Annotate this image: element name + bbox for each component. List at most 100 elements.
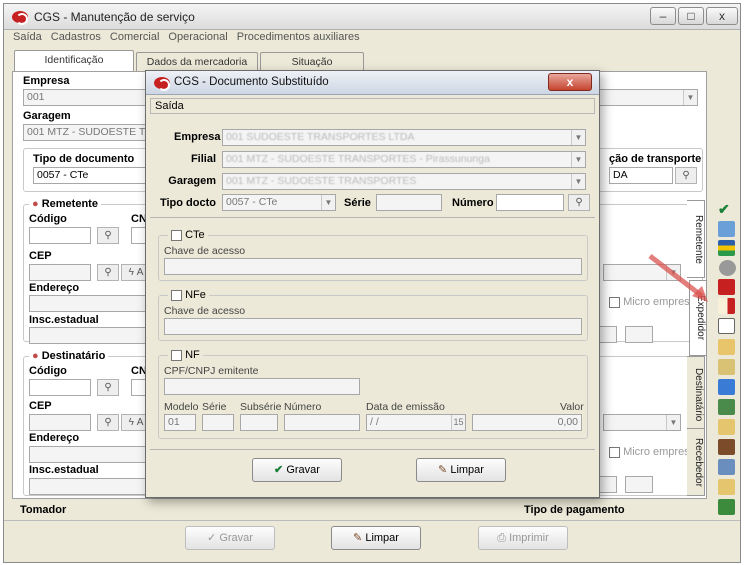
tipo-documento-combo[interactable]: 0057 - CTe — [33, 167, 153, 184]
menu-procedimentos[interactable]: Procedimentos auxiliares — [237, 31, 360, 43]
cpf-cnpj-input[interactable] — [164, 378, 360, 395]
close-button[interactable]: x — [706, 7, 738, 25]
refresh-icon[interactable] — [718, 221, 735, 237]
codigo-label: Código — [29, 213, 67, 225]
micro-empresa-label: Micro empresa — [609, 446, 696, 458]
binoculars-icon[interactable]: ⚲ — [97, 227, 119, 244]
maximize-button[interactable]: □ — [678, 7, 704, 25]
modelo-input[interactable]: 01 — [164, 414, 196, 431]
limpar-button[interactable]: ✎ Limpar — [331, 526, 421, 550]
endereco-label: Endereço — [29, 432, 80, 444]
note-icon[interactable] — [718, 419, 735, 435]
dialog-serie-label: Série — [344, 197, 371, 209]
menu-cadastros[interactable]: Cadastros — [51, 31, 101, 43]
window-title: CGS - Manutenção de serviço — [34, 10, 195, 24]
people-icon[interactable] — [718, 379, 735, 395]
person-icon: ● — [32, 198, 39, 210]
binoculars-icon[interactable]: ⚲ — [97, 264, 119, 281]
list-icon[interactable] — [718, 479, 735, 495]
binoculars-icon[interactable]: ⚲ — [568, 194, 590, 211]
truck-icon[interactable] — [718, 279, 735, 295]
nfe-chave-input[interactable] — [164, 318, 582, 335]
check-icon[interactable]: ✔ — [718, 202, 735, 218]
cte-chave-label: Chave de acesso — [164, 245, 246, 257]
binoculars-icon[interactable]: ⚲ — [97, 414, 119, 431]
pencil-icon[interactable] — [718, 439, 735, 455]
menu-bar: Saída Cadastros Comercial Operacional Proced… — [4, 31, 740, 48]
codigo-label: Código — [29, 365, 67, 377]
documento-substituido-dialog: CGS - Documento Substituído x Saída Empr… — [145, 70, 600, 498]
circle-icon[interactable] — [719, 260, 736, 276]
nf-serie-label: Série — [202, 401, 227, 413]
calendar-icon: 15 — [451, 415, 465, 430]
data-emissao-input[interactable]: / /15 — [366, 414, 466, 431]
remetente-codigo-input[interactable] — [29, 227, 91, 244]
imprimir-button[interactable]: ⎙ Imprimir — [478, 526, 568, 550]
book-icon[interactable] — [718, 459, 735, 475]
dialog-empresa-combo[interactable]: 001 SUDOESTE TRANSPORTES LTDA ▼ — [222, 129, 586, 146]
dialog-garagem-combo[interactable]: 001 MTZ - SUDOESTE TRANSPORTES ▼ — [222, 173, 586, 190]
red-arrow-icon — [648, 254, 708, 302]
menu-comercial[interactable]: Comercial — [110, 31, 160, 43]
dialog-menu: Saída — [150, 98, 595, 114]
document-arrow-icon[interactable] — [718, 298, 735, 314]
menu-saida[interactable]: Saída — [13, 31, 42, 43]
remetente-insc-input[interactable] — [29, 327, 153, 344]
tab-recebedor[interactable]: Recebedor — [687, 428, 705, 496]
minimize-button[interactable]: – — [650, 7, 676, 25]
remetente-endereco-input[interactable] — [29, 295, 153, 312]
destinatario-small-field[interactable] — [625, 476, 653, 493]
printer-icon: ⎙ — [497, 532, 507, 544]
garagem-label: Garagem — [23, 110, 71, 122]
dialog-tipo-docto-combo[interactable]: 0057 - CTe ▼ — [222, 194, 336, 211]
binoculars-icon[interactable]: ⚲ — [675, 167, 697, 184]
cpf-cnpj-label: CPF/CNPJ emitente — [164, 365, 259, 377]
dialog-tipo-docto-label: Tipo docto — [159, 197, 216, 209]
dialog-filial-label: Filial — [190, 153, 216, 165]
nf-numero-input[interactable] — [284, 414, 360, 431]
tab-identificacao[interactable]: Identificação — [14, 50, 134, 72]
money-icon[interactable] — [718, 499, 735, 515]
destinatario-right-combo[interactable]: ▼ — [603, 414, 681, 431]
truck-left-icon[interactable] — [718, 359, 735, 375]
dialog-numero-input[interactable] — [496, 194, 564, 211]
dialog-serie-input[interactable] — [376, 194, 442, 211]
situacao-transporte-field[interactable]: DA — [609, 167, 673, 184]
endereco-label: Endereço — [29, 282, 80, 294]
tab-dados-mercadoria[interactable]: Dados da mercadoria — [136, 52, 258, 72]
cut-icon[interactable] — [718, 240, 735, 256]
tipo-pagamento-label: Tipo de pagamento — [524, 504, 625, 516]
hand-icon[interactable] — [718, 339, 735, 355]
tomador-label: Tomador — [20, 504, 67, 516]
cte-chave-input[interactable] — [164, 258, 582, 275]
destinatario-codigo-input[interactable] — [29, 379, 91, 396]
valor-input[interactable]: 0,00 — [472, 414, 582, 431]
nf-serie-input[interactable] — [202, 414, 234, 431]
subserie-input[interactable] — [240, 414, 278, 431]
cte-checkbox[interactable]: CTe — [168, 229, 208, 241]
dialog-close-button[interactable]: x — [548, 73, 592, 91]
copy-icon[interactable] — [718, 318, 735, 334]
remetente-cep-input[interactable] — [29, 264, 91, 281]
destinatario-insc-input[interactable] — [29, 478, 153, 495]
cep-label: CEP — [29, 250, 52, 262]
destinatario-cep-input[interactable] — [29, 414, 91, 431]
dialog-filial-combo[interactable]: 001 MTZ - SUDOESTE TRANSPORTES - Pirassu… — [222, 151, 586, 168]
dialog-limpar-button[interactable]: ✎ Limpar — [416, 458, 506, 482]
tipo-documento-label: Tipo de documento — [33, 153, 135, 165]
nf-checkbox[interactable]: NF — [168, 349, 203, 361]
data-emissao-label: Data de emissão — [366, 401, 445, 413]
globe-icon[interactable] — [718, 399, 735, 415]
binoculars-icon[interactable]: ⚲ — [97, 379, 119, 396]
tab-destinatario[interactable]: Destinatário — [687, 356, 705, 434]
remetente-small-field[interactable] — [625, 326, 653, 343]
gravar-button[interactable]: ✓ Gravar — [185, 526, 275, 550]
nfe-checkbox[interactable]: NFe — [168, 289, 209, 301]
menu-operacional[interactable]: Operacional — [168, 31, 227, 43]
destinatario-title: ● Destinatário — [29, 350, 109, 362]
tab-situacao[interactable]: Situação — [260, 52, 364, 72]
destinatario-endereco-input[interactable] — [29, 446, 153, 463]
modelo-label: Modelo — [164, 401, 199, 413]
dialog-menu-saida[interactable]: Saída — [155, 100, 184, 112]
dialog-gravar-button[interactable]: ✔ Gravar — [252, 458, 342, 482]
